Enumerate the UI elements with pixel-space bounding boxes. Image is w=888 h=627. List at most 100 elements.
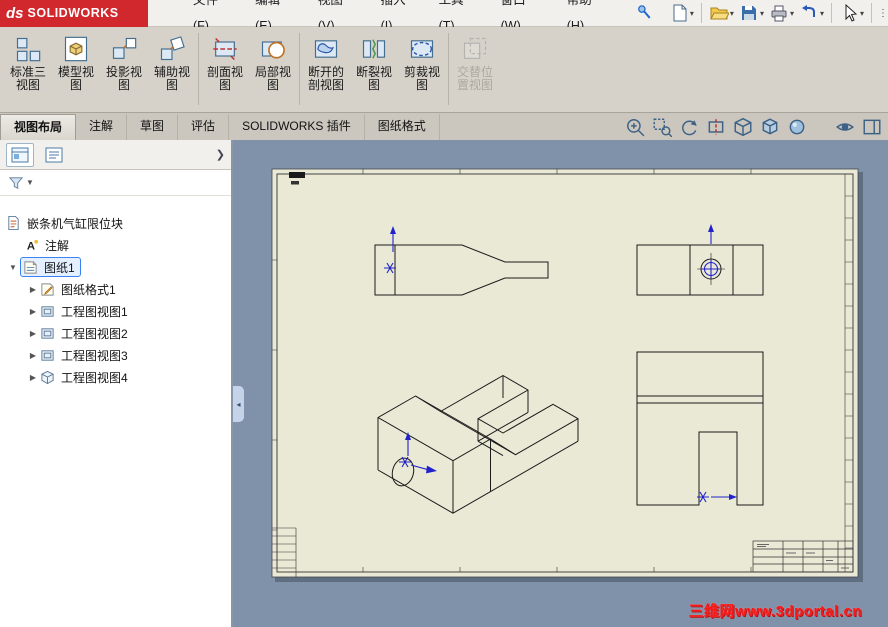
toolbar-separator <box>871 3 872 23</box>
sheet-format-icon <box>40 281 57 297</box>
panel-tab-bar: ❯ <box>0 140 231 170</box>
projected-view-button[interactable]: 投影视图 <box>100 31 148 107</box>
tree-item-sheet-format1[interactable]: ▶ 图纸格式1 <box>0 278 231 300</box>
drawing-sheet[interactable] <box>271 168 859 578</box>
tab-evaluate[interactable]: 评估 <box>178 114 230 140</box>
expand-collapse-arrow-icon[interactable]: ▶ <box>26 351 40 360</box>
zoom-to-area-icon[interactable] <box>652 117 672 137</box>
graphics-area[interactable] <box>233 140 888 627</box>
dropdown-arrow-icon[interactable]: ▾ <box>760 9 764 18</box>
filter-funnel-icon[interactable] <box>8 176 24 190</box>
display-style-icon[interactable] <box>760 117 780 137</box>
tab-solidworks-add-ins[interactable]: SOLIDWORKS 插件 <box>229 114 365 140</box>
menu-bar: ds SOLIDWORKS 文件(F) 编辑(E) 视图(V) 插入(I) 工具… <box>0 0 888 33</box>
broken-out-section-button[interactable]: 断开的剖视图 <box>302 31 350 107</box>
expand-collapse-arrow-icon[interactable]: ▶ <box>26 373 40 382</box>
sheet-corner-mark-small <box>291 181 299 185</box>
drawing-view-icon <box>40 347 57 363</box>
task-pane-icon[interactable] <box>862 117 882 137</box>
break-view-button[interactable]: 断裂视图 <box>350 31 398 107</box>
view-orientation-icon[interactable] <box>733 117 753 137</box>
open-button[interactable]: ▾ <box>707 1 736 25</box>
zoom-fit-icon[interactable] <box>625 117 645 137</box>
alternate-position-view-icon <box>463 37 487 59</box>
undo-button[interactable]: ▾ <box>797 1 826 25</box>
section-view-hud-icon[interactable] <box>706 117 726 137</box>
sheet-corner-mark <box>289 172 305 178</box>
tree-item-label: 注解 <box>45 238 70 253</box>
section-view-icon <box>213 37 237 61</box>
tab-annotation[interactable]: 注解 <box>76 114 128 140</box>
ribbon-separator <box>198 33 199 105</box>
dropdown-arrow-icon[interactable]: ▾ <box>730 9 734 18</box>
new-document-button[interactable]: ▾ <box>667 1 696 25</box>
toolbar-overflow-icon[interactable]: ⋮ <box>878 8 888 19</box>
auxiliary-view-button[interactable]: 辅助视图 <box>148 31 196 107</box>
filter-dropdown-arrow-icon[interactable]: ▼ <box>26 178 34 187</box>
toolbar-separator <box>830 3 832 23</box>
broken-out-section-icon <box>314 40 338 58</box>
drawing-view-icon <box>40 303 57 319</box>
annotations-icon: A <box>24 237 41 253</box>
tree-item-drawing-view4[interactable]: ▶ 工程图视图4 <box>0 366 231 388</box>
logo-text: SOLIDWORKS <box>27 6 119 20</box>
tree-item-drawing-view2[interactable]: ▶ 工程图视图2 <box>0 322 231 344</box>
tree-item-drawing-view1[interactable]: ▶ 工程图视图1 <box>0 300 231 322</box>
dropdown-arrow-icon[interactable]: ▾ <box>790 9 794 18</box>
tab-sketch[interactable]: 草图 <box>127 114 179 140</box>
feature-manager-panel: ❯ ▼ 嵌条机气缸限位块 A 注解 ▼ 图纸1 ▶ 图纸格式1 ▶ 工程图视图1… <box>0 140 233 627</box>
svg-text:A: A <box>27 240 35 252</box>
quick-access-toolbar: ▾ ▾ ▾ ▾ ▾ ▾ ⋮ <box>667 1 888 25</box>
drawing-view-icon <box>40 325 57 341</box>
tree-item-label: 嵌条机气缸限位块 <box>27 216 124 231</box>
projected-view-icon <box>112 37 137 59</box>
panel-tabs-overflow-chevron[interactable]: ❯ <box>216 148 225 161</box>
command-tab-strip: 视图布局 注解 草图 评估 SOLIDWORKS 插件 图纸格式 <box>0 113 888 140</box>
tree-item-label: 图纸1 <box>44 260 75 275</box>
property-manager-tab[interactable] <box>40 143 68 167</box>
save-button[interactable]: ▾ <box>737 1 766 25</box>
hide-show-items-eye-icon[interactable] <box>835 117 855 137</box>
tree-item-sheet1[interactable]: ▼ 图纸1 <box>0 256 231 278</box>
command-manager-ribbon: 标准三视图 模型视图 投影视图 辅助视图 剖面视图 局部视图 断开的剖视图 断裂… <box>0 27 888 113</box>
panel-collapse-handle[interactable]: ◂ <box>233 385 245 423</box>
tab-sheet-format[interactable]: 图纸格式 <box>365 114 440 140</box>
ribbon-separator <box>448 33 449 105</box>
expand-collapse-arrow-icon[interactable]: ▶ <box>26 307 40 316</box>
model-view-button[interactable]: 模型视图 <box>52 31 100 107</box>
ribbon-separator <box>299 33 300 105</box>
menu-pin-icon[interactable] <box>633 2 655 24</box>
drawing-document-icon <box>6 215 23 231</box>
drawing-view-iso-icon <box>40 369 57 385</box>
tree-item-root[interactable]: 嵌条机气缸限位块 <box>0 212 231 234</box>
dropdown-arrow-icon[interactable]: ▾ <box>860 9 864 18</box>
alternate-position-view-button[interactable]: 交替位置视图 <box>451 31 499 107</box>
break-view-icon <box>362 39 386 59</box>
print-button[interactable]: ▾ <box>767 1 796 25</box>
dropdown-arrow-icon[interactable]: ▾ <box>820 9 824 18</box>
select-tool-button[interactable]: ▾ <box>837 1 866 25</box>
crop-view-button[interactable]: 剪裁视图 <box>398 31 446 107</box>
expand-collapse-arrow-icon[interactable]: ▶ <box>26 329 40 338</box>
expand-collapse-arrow-icon[interactable]: ▶ <box>26 285 40 294</box>
section-view-button[interactable]: 剖面视图 <box>201 31 249 107</box>
solidworks-window: { "menubar": { "logo": "SOLIDWORKS", "me… <box>0 0 888 627</box>
feature-tree: 嵌条机气缸限位块 A 注解 ▼ 图纸1 ▶ 图纸格式1 ▶ 工程图视图1 ▶ 工… <box>0 196 231 388</box>
dropdown-arrow-icon[interactable]: ▾ <box>690 9 694 18</box>
heads-up-view-toolbar <box>625 113 888 140</box>
detail-view-button[interactable]: 局部视图 <box>249 31 297 107</box>
previous-view-icon[interactable] <box>679 117 699 137</box>
tree-item-label: 工程图视图2 <box>61 326 128 341</box>
tab-view-layout[interactable]: 视图布局 <box>0 114 77 140</box>
property-list-icon <box>45 147 63 162</box>
edit-appearance-icon[interactable] <box>787 117 807 137</box>
tree-item-annotations[interactable]: A 注解 <box>0 234 231 256</box>
expand-collapse-arrow-icon[interactable]: ▼ <box>6 263 20 272</box>
graphics-viewport[interactable]: ◂ 三维网www.3dportal.cn <box>233 140 888 627</box>
sheet-icon <box>23 259 40 275</box>
feature-manager-tab[interactable] <box>6 142 34 167</box>
standard-3-view-button[interactable]: 标准三视图 <box>4 31 52 107</box>
tree-item-label: 工程图视图4 <box>61 370 128 385</box>
auxiliary-view-icon <box>160 36 185 61</box>
tree-item-drawing-view3[interactable]: ▶ 工程图视图3 <box>0 344 231 366</box>
